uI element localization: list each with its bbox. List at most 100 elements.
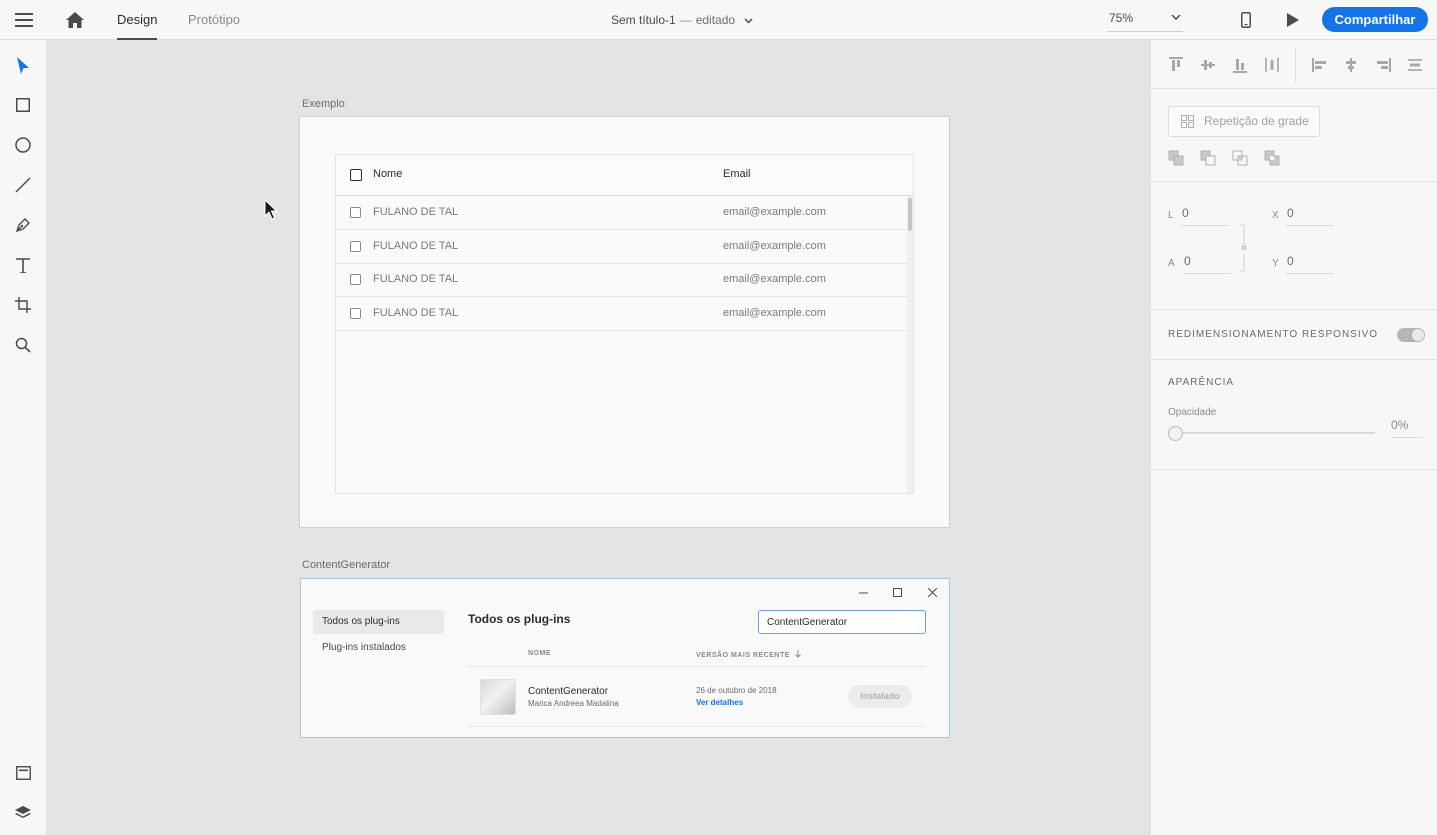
mobile-device-icon[interactable] — [1234, 8, 1258, 32]
play-icon[interactable] — [1281, 8, 1305, 32]
table-scrollbar[interactable] — [907, 196, 913, 493]
assets-icon[interactable] — [11, 761, 35, 785]
table-row[interactable]: FULANO DE TAL email@example.com — [336, 230, 907, 264]
maximize-icon[interactable] — [890, 585, 904, 599]
select-all-checkbox[interactable] — [350, 169, 362, 181]
row-checkbox[interactable] — [350, 207, 361, 218]
boolean-intersect-icon[interactable] — [1232, 150, 1248, 166]
row-checkbox[interactable] — [350, 241, 361, 252]
table-row[interactable]: FULANO DE TAL email@example.com — [336, 263, 907, 297]
align-center-icon[interactable] — [1342, 56, 1360, 74]
left-toolbar — [0, 40, 47, 835]
home-icon[interactable] — [63, 8, 87, 32]
boolean-add-icon[interactable] — [1168, 150, 1184, 166]
plugin-thumbnail — [480, 679, 516, 715]
table-row[interactable]: FULANO DE TAL email@example.com — [336, 196, 907, 230]
opacity-slider-track[interactable] — [1175, 432, 1375, 434]
row-checkbox[interactable] — [350, 308, 361, 319]
x-field[interactable]: 0 — [1286, 204, 1334, 226]
y-field[interactable]: 0 — [1286, 252, 1334, 274]
plugin-name: ContentGenerator — [528, 686, 609, 697]
table-scrollbar-thumb[interactable] — [908, 198, 912, 231]
line-icon[interactable] — [11, 173, 35, 197]
align-middle-icon[interactable] — [1199, 56, 1217, 74]
align-section — [1151, 40, 1437, 89]
distribute-horizontal-icon[interactable] — [1406, 56, 1424, 74]
row-email: email@example.com — [723, 273, 826, 285]
repeat-grid-button[interactable]: Repetição de grade — [1168, 106, 1320, 137]
top-bar: Design Protótipo Sem título-1— editado 75… — [0, 0, 1437, 40]
nav-all-plugins[interactable]: Todos os plug-ins — [313, 610, 444, 634]
hamburger-menu-icon[interactable] — [12, 8, 36, 32]
align-right-icon[interactable] — [1374, 56, 1392, 74]
boolean-subtract-icon[interactable] — [1200, 150, 1216, 166]
chevron-down-icon — [1171, 14, 1181, 21]
opacity-slider-handle[interactable] — [1168, 426, 1183, 441]
repeat-grid-label: Repetição de grade — [1204, 114, 1309, 128]
nav-installed-plugins[interactable]: Plug-ins instalados — [322, 642, 406, 653]
plugin-details-link[interactable]: Ver detalhes — [696, 698, 743, 707]
zoom-icon[interactable] — [11, 333, 35, 357]
row-email: email@example.com — [723, 307, 826, 319]
plugins-title: Todos os plug-ins — [468, 612, 571, 626]
select-arrow-icon[interactable] — [11, 53, 35, 77]
row-email: email@example.com — [723, 240, 826, 252]
height-field[interactable]: 0 — [1183, 252, 1231, 274]
text-icon[interactable] — [11, 253, 35, 277]
row-email: email@example.com — [723, 206, 826, 218]
column-header-version[interactable]: VERSÃO MAIS RECENTE — [696, 650, 802, 659]
close-icon[interactable] — [925, 585, 939, 599]
table-row[interactable]: FULANO DE TAL email@example.com — [336, 297, 907, 331]
align-top-icon[interactable] — [1167, 56, 1185, 74]
column-header-email[interactable]: Email — [723, 168, 751, 180]
share-button[interactable]: Compartilhar — [1322, 7, 1428, 32]
rectangle-icon[interactable] — [11, 93, 35, 117]
ellipse-icon[interactable] — [11, 133, 35, 157]
row-checkbox[interactable] — [350, 274, 361, 285]
sort-arrow-down-icon — [795, 650, 802, 658]
zoom-dropdown[interactable]: 75% — [1107, 8, 1183, 32]
align-bottom-icon[interactable] — [1231, 56, 1249, 74]
artboard-contentgenerator[interactable]: Todos os plug-ins Plug-ins instalados To… — [300, 578, 950, 738]
divider — [468, 666, 926, 667]
title-separator: — — [679, 13, 692, 27]
width-label: L — [1168, 210, 1174, 221]
distribute-vertical-icon[interactable] — [1263, 56, 1281, 74]
data-table[interactable]: Nome Email FULANO DE TAL email@example.c… — [335, 154, 914, 494]
row-name: FULANO DE TAL — [373, 240, 459, 252]
artboard-label-exemplo[interactable]: Exemplo — [302, 98, 345, 110]
plugin-date: 26 de outubro de 2018 — [696, 686, 777, 695]
artboard-icon[interactable] — [11, 293, 35, 317]
tab-prototype[interactable]: Protótipo — [188, 0, 240, 40]
mouse-cursor-icon — [264, 199, 277, 220]
column-header-name[interactable]: Nome — [373, 168, 402, 180]
pen-icon[interactable] — [11, 213, 35, 237]
tab-design[interactable]: Design — [117, 0, 158, 40]
lock-aspect-icon[interactable] — [1239, 224, 1249, 274]
height-label: A — [1168, 258, 1175, 269]
align-left-icon[interactable] — [1311, 56, 1329, 74]
width-field[interactable]: 0 — [1181, 204, 1229, 226]
responsive-resize-toggle[interactable] — [1397, 328, 1425, 342]
plugin-installed-button[interactable]: Instalado — [848, 685, 912, 708]
grid-icon — [1181, 115, 1194, 128]
boolean-exclude-icon[interactable] — [1264, 150, 1280, 166]
property-inspector: Repetição de grade L 0 X 0 A 0 Y 0 REDIM… — [1150, 40, 1437, 835]
row-name: FULANO DE TAL — [373, 307, 459, 319]
transform-section — [1151, 182, 1437, 310]
minimize-icon[interactable] — [856, 585, 870, 599]
column-header-version-label: VERSÃO MAIS RECENTE — [696, 652, 790, 659]
table-header: Nome Email — [336, 155, 913, 196]
appearance-title: APARÊNCIA — [1168, 377, 1235, 388]
document-title[interactable]: Sem título-1— editado — [611, 0, 753, 40]
plugin-search-input[interactable] — [758, 610, 926, 634]
opacity-label: Opacidade — [1168, 407, 1217, 418]
zoom-value: 75% — [1109, 11, 1134, 25]
plugin-author: Marica Andreea Madalina — [528, 699, 619, 708]
y-label: Y — [1272, 258, 1279, 269]
layers-icon[interactable] — [11, 801, 35, 825]
opacity-value-field[interactable]: 0% — [1391, 416, 1423, 438]
x-label: X — [1272, 210, 1279, 221]
artboard-label-contentgenerator[interactable]: ContentGenerator — [302, 559, 390, 571]
artboard-exemplo[interactable]: Nome Email FULANO DE TAL email@example.c… — [299, 116, 950, 528]
